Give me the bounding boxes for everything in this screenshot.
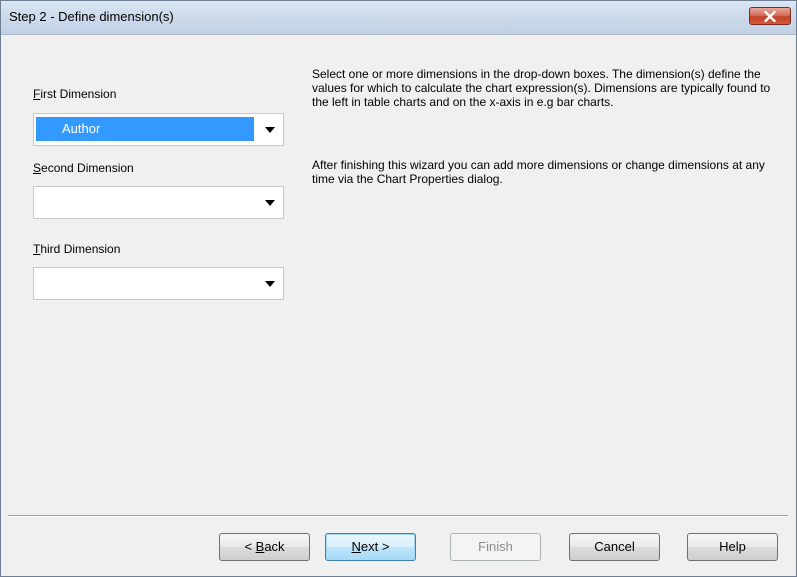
first-dimension-label: First Dimension	[33, 87, 117, 101]
button-divider	[8, 515, 788, 517]
title-bar[interactable]: Step 2 - Define dimension(s)	[1, 1, 796, 35]
chevron-down-icon[interactable]	[265, 127, 275, 133]
wizard-content: First Dimension Author Second Dimension …	[1, 35, 796, 576]
description-paragraph-1: Select one or more dimensions in the dro…	[312, 67, 771, 109]
next-button[interactable]: Next >	[325, 533, 416, 561]
description-paragraph-2: After finishing this wizard you can add …	[312, 158, 765, 186]
back-button[interactable]: < Back	[219, 533, 310, 561]
second-dimension-dropdown[interactable]	[33, 186, 284, 219]
close-icon	[764, 11, 776, 22]
cancel-button[interactable]: Cancel	[569, 533, 660, 561]
chevron-down-icon[interactable]	[265, 281, 275, 287]
first-dimension-value: Author	[62, 121, 101, 136]
wizard-window: Step 2 - Define dimension(s) First Dimen…	[0, 0, 797, 577]
third-dimension-dropdown[interactable]	[33, 267, 284, 300]
second-dimension-label: Second Dimension	[33, 161, 134, 175]
finish-button[interactable]: Finish	[450, 533, 541, 561]
third-dimension-label: Third Dimension	[33, 242, 121, 256]
help-button[interactable]: Help	[687, 533, 778, 561]
first-dimension-dropdown[interactable]: Author	[33, 113, 284, 146]
window-title: Step 2 - Define dimension(s)	[9, 9, 174, 24]
chevron-down-icon[interactable]	[265, 200, 275, 206]
close-button[interactable]	[749, 7, 791, 25]
